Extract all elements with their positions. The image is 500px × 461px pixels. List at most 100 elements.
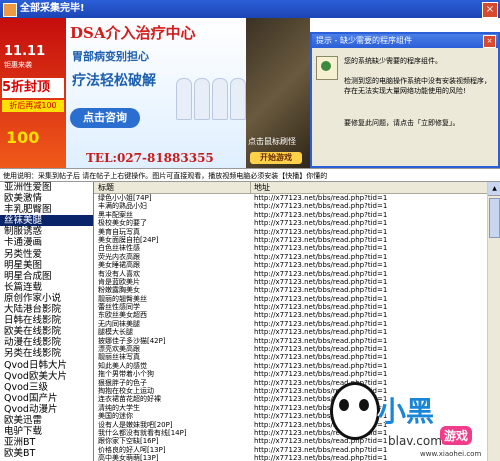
row-url: http://x77123.net/bbs/read.php?tid=1 xyxy=(254,428,388,437)
sidebar-item[interactable]: 欧美BT xyxy=(0,448,93,459)
sidebar-item[interactable]: Qvod国产片 xyxy=(0,393,93,404)
sidebar-item[interactable]: 长篇连载 xyxy=(0,282,93,293)
start-game-button[interactable]: 开始游戏 xyxy=(250,152,302,164)
usage-hint: 使用说明：采集到帖子后 请在帖子上右键操作。图片可直接观看，播放视频电脑必须安装… xyxy=(0,168,500,182)
table-row[interactable]: 高中美女萌萌[13P] http://x77123.net/bbs/read.ph… xyxy=(94,454,487,461)
sidebar-item[interactable]: 卡通漫画 xyxy=(0,237,93,248)
sidebar-item[interactable]: 亚洲BT xyxy=(0,437,93,448)
sidebar-item[interactable]: 丰乳肥臀图 xyxy=(0,204,93,215)
category-list[interactable]: 亚洲性爱图 欧美激情 丰乳肥臀图 丝袜美腿 制服诱惑 卡通漫画 另类性爱 明星美图 明星合成图长… xyxy=(0,182,94,461)
sidebar-item[interactable]: 制服诱惑 xyxy=(0,226,93,237)
hospital-tel: TEL:027-81883355 xyxy=(86,151,214,165)
row-title: 靓丽的翘臀美丝 xyxy=(98,294,147,303)
row-title: 粉嫩露胸美女 xyxy=(98,286,140,295)
sidebar-item[interactable]: 明星美图 xyxy=(0,260,93,271)
sidebar-item[interactable]: 欧美激情 xyxy=(0,193,93,204)
window-close-button[interactable]: × xyxy=(482,2,498,18)
row-title: 有没有人喜欢 xyxy=(98,269,140,278)
table-row[interactable]: 连衣裙苗花超的好裸 http://x77123.net/bbs/read.php?… xyxy=(94,395,487,403)
table-row[interactable]: 狠狠胖子的色子 http://x77123.net/bbs/read.php?ti… xyxy=(94,379,487,387)
table-row[interactable]: 有没有人喜欢 http://x77123.net/bbs/read.php?tid… xyxy=(94,270,487,278)
hospital-line2: 疗法轻松破解 xyxy=(72,73,156,89)
row-url: http://x77123.net/bbs/read.php?tid=1 xyxy=(254,336,388,345)
table-row[interactable]: 我什么都没有就看有线[14P] http://x77123.net/bbs/rea… xyxy=(94,429,487,437)
sidebar-item[interactable]: 日韩在线影院 xyxy=(0,315,93,326)
hospital-ad[interactable]: DSA介入治疗中心 胃部病变别担心 疗法轻松破解 点击咨询 TEL:027-81… xyxy=(66,18,246,168)
column-divider[interactable] xyxy=(250,182,251,193)
table-row[interactable]: 披娜佳子多沙猫[42P] http://x77123.net/bbs/read.p… xyxy=(94,337,487,345)
table-row[interactable]: 肯是蓝欧美片 http://x77123.net/bbs/read.php?tid… xyxy=(94,278,487,286)
sidebar-item[interactable]: Qvod三级 xyxy=(0,382,93,393)
row-title: 东欧丝美女超西 xyxy=(98,311,147,320)
row-url: http://x77123.net/bbs/read.php?tid=1 xyxy=(254,412,388,421)
sidebar-item[interactable]: 大陆港台影院 xyxy=(0,304,93,315)
table-row[interactable]: 蕾丝性感同学 http://x77123.net/bbs/read.php?tid… xyxy=(94,303,487,311)
table-row[interactable]: 靓丽的翘臀美丝 http://x77123.net/bbs/read.php?ti… xyxy=(94,295,487,303)
row-title: 腿模大长腿 xyxy=(98,328,133,337)
table-row[interactable]: 荧光内衣高跟 http://x77123.net/bbs/read.php?tid… xyxy=(94,253,487,261)
sidebar-item[interactable]: 电驴下载 xyxy=(0,426,93,437)
consult-button[interactable]: 点击咨询 xyxy=(70,108,140,128)
table-row[interactable]: 清纯的大学生 http://x77123.net/bbs/read.php?tid… xyxy=(94,404,487,412)
table-row[interactable]: 美女睡裙高跟 http://x77123.net/bbs/read.php?tid… xyxy=(94,261,487,269)
table-row[interactable]: 设有人是嫩妹我吧[20P] http://x77123.net/bbs/read.… xyxy=(94,421,487,429)
vertical-scrollbar[interactable]: ▲ xyxy=(487,182,500,461)
window-title: 全部采集完毕! xyxy=(20,3,85,14)
game-ad[interactable]: 点击鼠标刷怪 开始游戏 xyxy=(246,18,310,168)
sidebar-item[interactable]: Qvod日韩大片 xyxy=(0,360,93,371)
table-row[interactable]: 拖个男带着小个狗 http://x77123.net/bbs/read.php?t… xyxy=(94,370,487,378)
row-url: http://x77123.net/bbs/read.php?tid=1 xyxy=(254,361,388,370)
sidebar-item[interactable]: 另类在线影院 xyxy=(0,348,93,359)
row-title: 漂亮欢美高跟 xyxy=(98,345,140,354)
dialog-message-3[interactable]: 要修复此问题，请点击「立即修复」。 xyxy=(344,118,494,128)
promo-ad[interactable]: 11.11 钜惠来袭 5折封顶 折后再减100 100 xyxy=(0,18,66,168)
table-row[interactable]: 美育自玩写真 http://x77123.net/bbs/read.php?tid… xyxy=(94,228,487,236)
row-url: http://x77123.net/bbs/read.php?tid=1 xyxy=(254,454,388,461)
row-title: 蕾丝性感同学 xyxy=(98,303,140,312)
table-row[interactable]: 东欧丝美女超西 http://x77123.net/bbs/read.php?ti… xyxy=(94,311,487,319)
sidebar-item[interactable]: 另类性爱 xyxy=(0,249,93,260)
table-row[interactable]: 白色丝袜性感 http://x77123.net/bbs/read.php?tid… xyxy=(94,244,487,252)
table-row[interactable]: 美女面膜自拍[24P] http://x77123.net/bbs/read.ph… xyxy=(94,236,487,244)
scroll-up-icon[interactable]: ▲ xyxy=(488,182,500,196)
table-row[interactable]: 知此美人的感觉 http://x77123.net/bbs/read.php?ti… xyxy=(94,362,487,370)
table-row[interactable]: 靓丽丝袜写真 http://x77123.net/bbs/read.php?tid… xyxy=(94,353,487,361)
sidebar-item[interactable]: 欧美在线影院 xyxy=(0,326,93,337)
dialog-message-1: 您的系统缺少需要的程序组件。 xyxy=(344,57,442,65)
post-table[interactable]: 标题 地址 绿色小小姐[74P] http://x77123.net/bbs/re… xyxy=(94,182,487,461)
table-row[interactable]: 黑丰配案丝 http://x77123.net/bbs/read.php?tid=… xyxy=(94,211,487,219)
row-title: 高中美女萌萌[13P] xyxy=(98,454,159,461)
table-row[interactable]: 丰满的熟品小妇 http://x77123.net/bbs/read.php?ti… xyxy=(94,202,487,210)
dialog-close-button[interactable]: × xyxy=(483,35,496,48)
scroll-thumb[interactable] xyxy=(489,198,500,238)
sidebar-item[interactable]: Qvod欧美大片 xyxy=(0,371,93,382)
table-row[interactable]: 粉嫩露胸美女 http://x77123.net/bbs/read.php?tid… xyxy=(94,286,487,294)
table-row[interactable]: 绿色小小姐[74P] http://x77123.net/bbs/read.php… xyxy=(94,194,487,202)
sidebar-item[interactable]: 原创作家小说 xyxy=(0,293,93,304)
sidebar-item[interactable]: Qvod动漫片 xyxy=(0,404,93,415)
row-url: http://x77123.net/bbs/read.php?tid=1 xyxy=(254,252,388,261)
table-row[interactable]: 无内同袜美腿 http://x77123.net/bbs/read.php?tid… xyxy=(94,320,487,328)
row-url: http://x77123.net/bbs/read.php?tid=1 xyxy=(254,345,388,354)
column-header-url[interactable]: 地址 xyxy=(254,182,270,193)
row-title: 白色丝袜性感 xyxy=(98,244,140,253)
table-row[interactable]: 美国的迷你 http://x77123.net/bbs/read.php?tid=… xyxy=(94,412,487,420)
sidebar-item[interactable]: 丝袜美腿 xyxy=(0,215,93,227)
row-url: http://x77123.net/bbs/read.php?tid=1 xyxy=(254,286,388,295)
row-title: 连衣裙苗花超的好裸 xyxy=(98,395,161,404)
sidebar-item[interactable]: 明星合成图 xyxy=(0,271,93,282)
table-row[interactable]: 价格良的好人呵[13P] http://x77123.net/bbs/read.p… xyxy=(94,446,487,454)
table-row[interactable]: 腿模大长腿 http://x77123.net/bbs/read.php?tid=… xyxy=(94,328,487,336)
row-title: 黑丰配案丝 xyxy=(98,210,133,219)
sidebar-item[interactable]: 欧美迅雷 xyxy=(0,415,93,426)
table-row[interactable]: 掏抱在校女上运动 http://x77123.net/bbs/read.php?t… xyxy=(94,387,487,395)
sidebar-item[interactable]: 亚洲性爱图 xyxy=(0,182,93,193)
table-row[interactable]: 极校美女的要了 http://x77123.net/bbs/read.php?ti… xyxy=(94,219,487,227)
table-row[interactable]: 跟你家下空缺[16P] http://x77123.net/bbs/read.ph… xyxy=(94,437,487,445)
column-header-title[interactable]: 标题 xyxy=(98,182,114,193)
row-url: http://x77123.net/bbs/read.php?tid=1 xyxy=(254,378,388,387)
row-title: 极校美女的要了 xyxy=(98,219,147,228)
table-row[interactable]: 漂亮欢美高跟 http://x77123.net/bbs/read.php?tid… xyxy=(94,345,487,353)
sidebar-item[interactable]: 动漫在线影院 xyxy=(0,337,93,348)
row-url: http://x77123.net/bbs/read.php?tid=1 xyxy=(254,244,388,253)
